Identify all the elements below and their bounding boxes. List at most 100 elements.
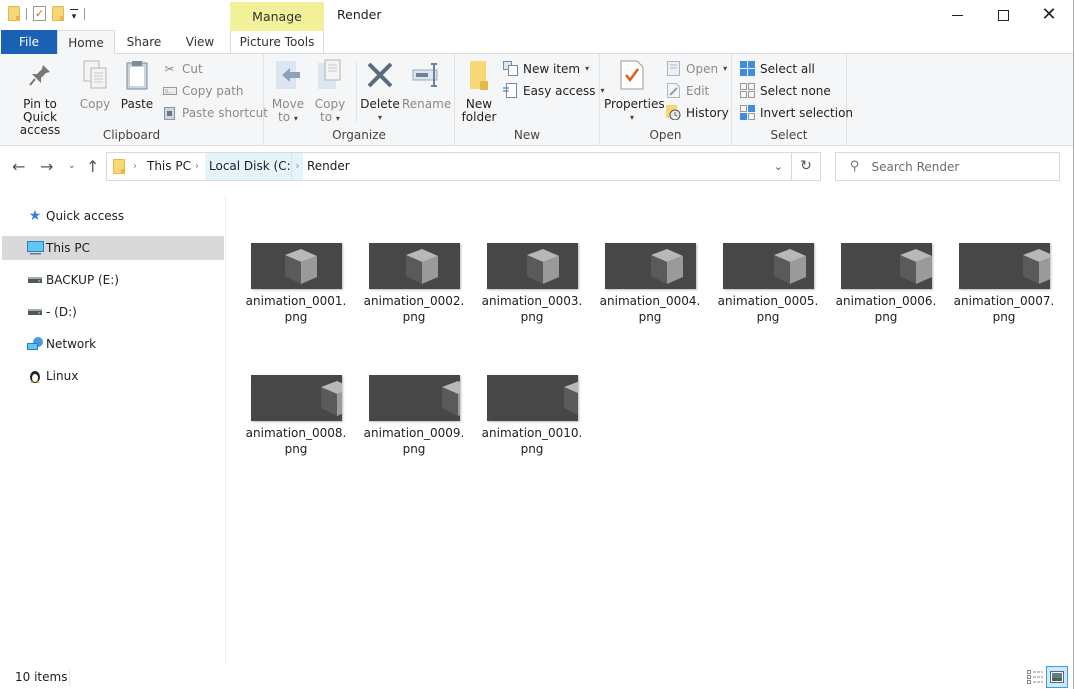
refresh-button[interactable]: ↻	[792, 152, 821, 181]
separator	[26, 7, 27, 20]
nav-item-quick-access[interactable]: ★ Quick access	[2, 204, 224, 228]
divider	[69, 670, 70, 685]
nav-label: Network	[46, 337, 97, 351]
file-item[interactable]: animation_0005.png	[716, 243, 820, 325]
search-input[interactable]: Search Render	[872, 160, 960, 174]
move-to-button[interactable]: Move to ▾	[270, 58, 306, 125]
tab-share[interactable]: Share	[119, 30, 169, 54]
minimize-button[interactable]	[934, 0, 980, 30]
rename-button[interactable]: Rename	[402, 58, 451, 111]
file-item[interactable]: animation_0010. png	[480, 375, 584, 457]
breadcrumb-separator-icon[interactable]: ›	[195, 153, 199, 180]
address-bar[interactable]: › This PC › Local Disk (C:) › Render ⌄	[106, 152, 792, 181]
open-button[interactable]: Open ▾	[666, 61, 727, 76]
move-to-label-2: to ▾	[270, 111, 306, 125]
svg-text:\\...: \\...	[165, 89, 174, 95]
tab-home[interactable]: Home	[57, 30, 115, 55]
properties-icon[interactable]: ✓	[33, 6, 46, 21]
cube-render-icon	[563, 381, 578, 415]
move-to-icon	[272, 58, 304, 92]
edit-icon	[666, 83, 681, 98]
file-item[interactable]: animation_0004. png	[598, 243, 702, 325]
easy-access-button[interactable]: Easy access ▾	[503, 83, 605, 98]
large-icons-view-button[interactable]	[1046, 666, 1068, 688]
address-history-dropdown[interactable]: ⌄	[774, 153, 783, 180]
window-title: Render	[337, 7, 382, 22]
file-item[interactable]: animation_0008. png	[244, 375, 348, 457]
nav-item-d-drive[interactable]: - (D:)	[2, 300, 224, 324]
file-name-line: animation_0005.	[717, 294, 819, 308]
file-item[interactable]: animation_0003. png	[480, 243, 584, 325]
minimize-icon	[951, 14, 963, 16]
copy-to-button[interactable]: Copy to ▾	[312, 58, 348, 125]
quick-access-toolbar: ✓ ▾	[8, 6, 85, 22]
invert-selection-button[interactable]: Invert selection	[740, 105, 853, 120]
new-folder-button[interactable]: New folder	[459, 58, 499, 124]
separator	[84, 7, 85, 20]
forward-button[interactable]: →	[40, 157, 53, 176]
dropdown-arrow-icon: ▾	[335, 114, 340, 123]
select-all-button[interactable]: Select all	[740, 61, 815, 76]
pin-to-quick-access-button[interactable]: Pin to Quick access	[6, 58, 74, 137]
tab-file[interactable]: File	[1, 30, 57, 54]
manage-context-tab[interactable]: Manage	[230, 2, 324, 31]
breadcrumb-separator-icon[interactable]: ›	[133, 153, 137, 180]
select-none-button[interactable]: Select none	[740, 83, 831, 98]
new-folder-icon[interactable]	[52, 6, 64, 21]
nav-item-network[interactable]: Network	[2, 332, 224, 356]
nav-item-backup-drive[interactable]: BACKUP (E:)	[2, 268, 224, 292]
tab-picture-tools[interactable]: Picture Tools	[230, 30, 324, 54]
details-view-button[interactable]	[1024, 666, 1046, 688]
cut-button[interactable]: ✂ Cut	[162, 61, 202, 76]
maximize-button[interactable]	[980, 0, 1026, 30]
breadcrumb-this-pc[interactable]: This PC	[147, 153, 191, 180]
nav-item-this-pc[interactable]: This PC	[2, 236, 224, 260]
properties-label: Properties	[604, 97, 665, 111]
new-folder-icon	[463, 58, 495, 92]
file-thumbnail	[250, 243, 342, 289]
file-name-line: animation_0010.	[481, 426, 583, 440]
edit-label: Edit	[686, 83, 710, 98]
scissors-icon: ✂	[164, 61, 175, 76]
search-box[interactable]: ⚲ Search Render	[835, 152, 1060, 181]
select-none-icon	[740, 83, 755, 98]
customize-toolbar-dropdown[interactable]: ▾	[70, 8, 78, 22]
back-button[interactable]: ←	[12, 157, 25, 176]
cube-render-icon	[773, 249, 806, 284]
edit-button[interactable]: Edit	[666, 83, 709, 98]
tab-view[interactable]: View	[176, 30, 224, 54]
close-button[interactable]: ✕	[1026, 0, 1072, 30]
delete-label: Delete	[360, 97, 400, 111]
file-item[interactable]: animation_0001. png	[244, 243, 348, 325]
file-name: animation_0010. png	[480, 425, 584, 457]
paste-button[interactable]: Paste	[118, 58, 156, 111]
up-button[interactable]: ↑	[86, 157, 99, 176]
file-extension-line: png	[284, 310, 308, 324]
dropdown-arrow-icon: ▾	[377, 113, 382, 122]
file-item[interactable]: animation_0002. png	[362, 243, 466, 325]
new-folder-label-2: folder	[461, 110, 497, 124]
file-item[interactable]: animation_0006. png	[834, 243, 938, 325]
organize-group-label: Organize	[332, 128, 386, 142]
copy-icon	[79, 58, 111, 92]
breadcrumb-separator-icon[interactable]: ›	[291, 153, 303, 180]
history-button[interactable]: History	[666, 105, 729, 120]
breadcrumb-render[interactable]: Render	[307, 153, 350, 180]
new-item-button[interactable]: New item ▾	[503, 61, 589, 76]
paste-shortcut-button[interactable]: Paste shortcut	[162, 105, 268, 120]
ribbon-tabs: File Home Share View Picture Tools ︿ ?	[0, 30, 1073, 81]
delete-button[interactable]: Delete ▾	[360, 58, 400, 124]
copy-path-button[interactable]: \\... Copy path	[162, 83, 244, 98]
nav-item-linux[interactable]: Linux	[2, 364, 224, 388]
properties-button[interactable]: Properties ▾	[604, 58, 665, 124]
file-item[interactable]: animation_0009. png	[362, 375, 466, 457]
search-icon: ⚲	[850, 159, 860, 174]
file-extension-line: png	[756, 310, 780, 324]
copy-button[interactable]: Copy	[78, 58, 112, 111]
breadcrumb-local-disk[interactable]: Local Disk (C:)	[205, 153, 300, 180]
file-thumbnail	[250, 375, 342, 421]
file-item[interactable]: animation_0007. png	[952, 243, 1056, 325]
file-extension-line: png	[402, 310, 426, 324]
recent-locations-button[interactable]: ⌄	[68, 161, 76, 171]
new-group-label: New	[513, 128, 541, 142]
